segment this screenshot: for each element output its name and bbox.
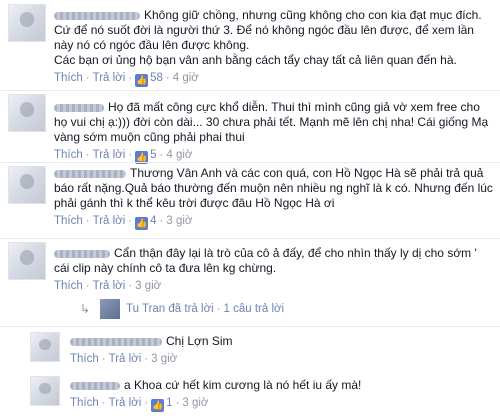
commenter-name[interactable] (54, 249, 110, 258)
commenter-name[interactable] (54, 103, 104, 112)
timestamp[interactable]: 3 giờ (151, 353, 177, 365)
like-link[interactable]: Thích (54, 280, 83, 292)
like-link[interactable]: Thích (54, 215, 83, 227)
comment-actions: Thích · Trả lời · 👍 4 · 3 giờ (54, 215, 193, 230)
like-link[interactable]: Thích (70, 353, 99, 365)
timestamp[interactable]: 3 giờ (166, 215, 192, 227)
commenter-name[interactable] (54, 169, 126, 178)
reply-link[interactable]: Trả lời (109, 353, 142, 365)
like-link[interactable]: Thích (70, 397, 99, 409)
commenter-name[interactable] (54, 11, 140, 20)
reply-count[interactable]: 1 câu trả lời (224, 303, 285, 315)
reply-link[interactable]: Trả lời (93, 149, 126, 161)
commenter-name[interactable] (70, 337, 162, 346)
reply-link[interactable]: Trả lời (93, 280, 126, 292)
like-link[interactable]: Thích (54, 72, 83, 84)
reply-summary[interactable]: ↳ Tu Tran đã trả lời · 1 câu trả lời (80, 296, 284, 322)
comment-actions: Thích · Trả lời · 3 giờ (70, 353, 178, 365)
thumbs-up-icon: 👍 (151, 399, 165, 412)
avatar[interactable] (8, 4, 46, 42)
divider (0, 162, 500, 163)
avatar[interactable] (30, 376, 60, 406)
divider (0, 326, 500, 327)
comment-text: Họ đã mất công cực khổ diễn. Thui thì mì… (54, 100, 489, 144)
commenter-name[interactable] (70, 381, 120, 390)
comment-actions: Thích · Trả lời · 👍 1 · 3 giờ (70, 397, 209, 412)
like-count[interactable]: 1 (166, 397, 172, 409)
divider (0, 238, 500, 239)
timestamp[interactable]: 4 giờ (173, 72, 199, 84)
reply-author[interactable]: Tu Tran (126, 303, 165, 315)
like-count[interactable]: 4 (150, 215, 156, 227)
reply-link[interactable]: Trả lời (93, 72, 126, 84)
reply-action: đã trả lời (168, 303, 214, 315)
avatar[interactable] (8, 166, 46, 204)
thumbs-up-icon: 👍 (135, 217, 149, 230)
timestamp[interactable]: 4 giờ (166, 149, 192, 161)
comment-text: Chị Lợn Sim (166, 334, 233, 348)
like-count[interactable]: 5 (150, 149, 156, 161)
comment-text: a Khoa cứ hết kim cương là nó hết iu ấy … (124, 378, 362, 392)
timestamp[interactable]: 3 giờ (135, 280, 161, 292)
comment-actions: Thích · Trả lời · 3 giờ (54, 280, 162, 292)
like-count[interactable]: 58 (150, 72, 163, 84)
comment-text-extra: Các bạn ơi ủng hộ bạn vân anh bằng cách … (54, 53, 457, 67)
reply-link[interactable]: Trả lời (93, 215, 126, 227)
avatar[interactable] (8, 242, 46, 280)
divider (0, 90, 500, 91)
reply-arrow-icon: ↳ (80, 302, 91, 316)
comment-actions: Thích · Trả lời · 👍 58 · 4 giờ (54, 72, 199, 87)
like-link[interactable]: Thích (54, 149, 83, 161)
avatar[interactable] (8, 94, 46, 132)
reply-link[interactable]: Trả lời (109, 397, 142, 409)
thumbs-up-icon: 👍 (135, 74, 149, 87)
timestamp[interactable]: 3 giờ (182, 397, 208, 409)
reply-avatar (100, 299, 120, 319)
comment-text: Cẩn thận đây lại là trò của cô ả đấy, để… (54, 246, 477, 275)
avatar[interactable] (30, 332, 60, 362)
